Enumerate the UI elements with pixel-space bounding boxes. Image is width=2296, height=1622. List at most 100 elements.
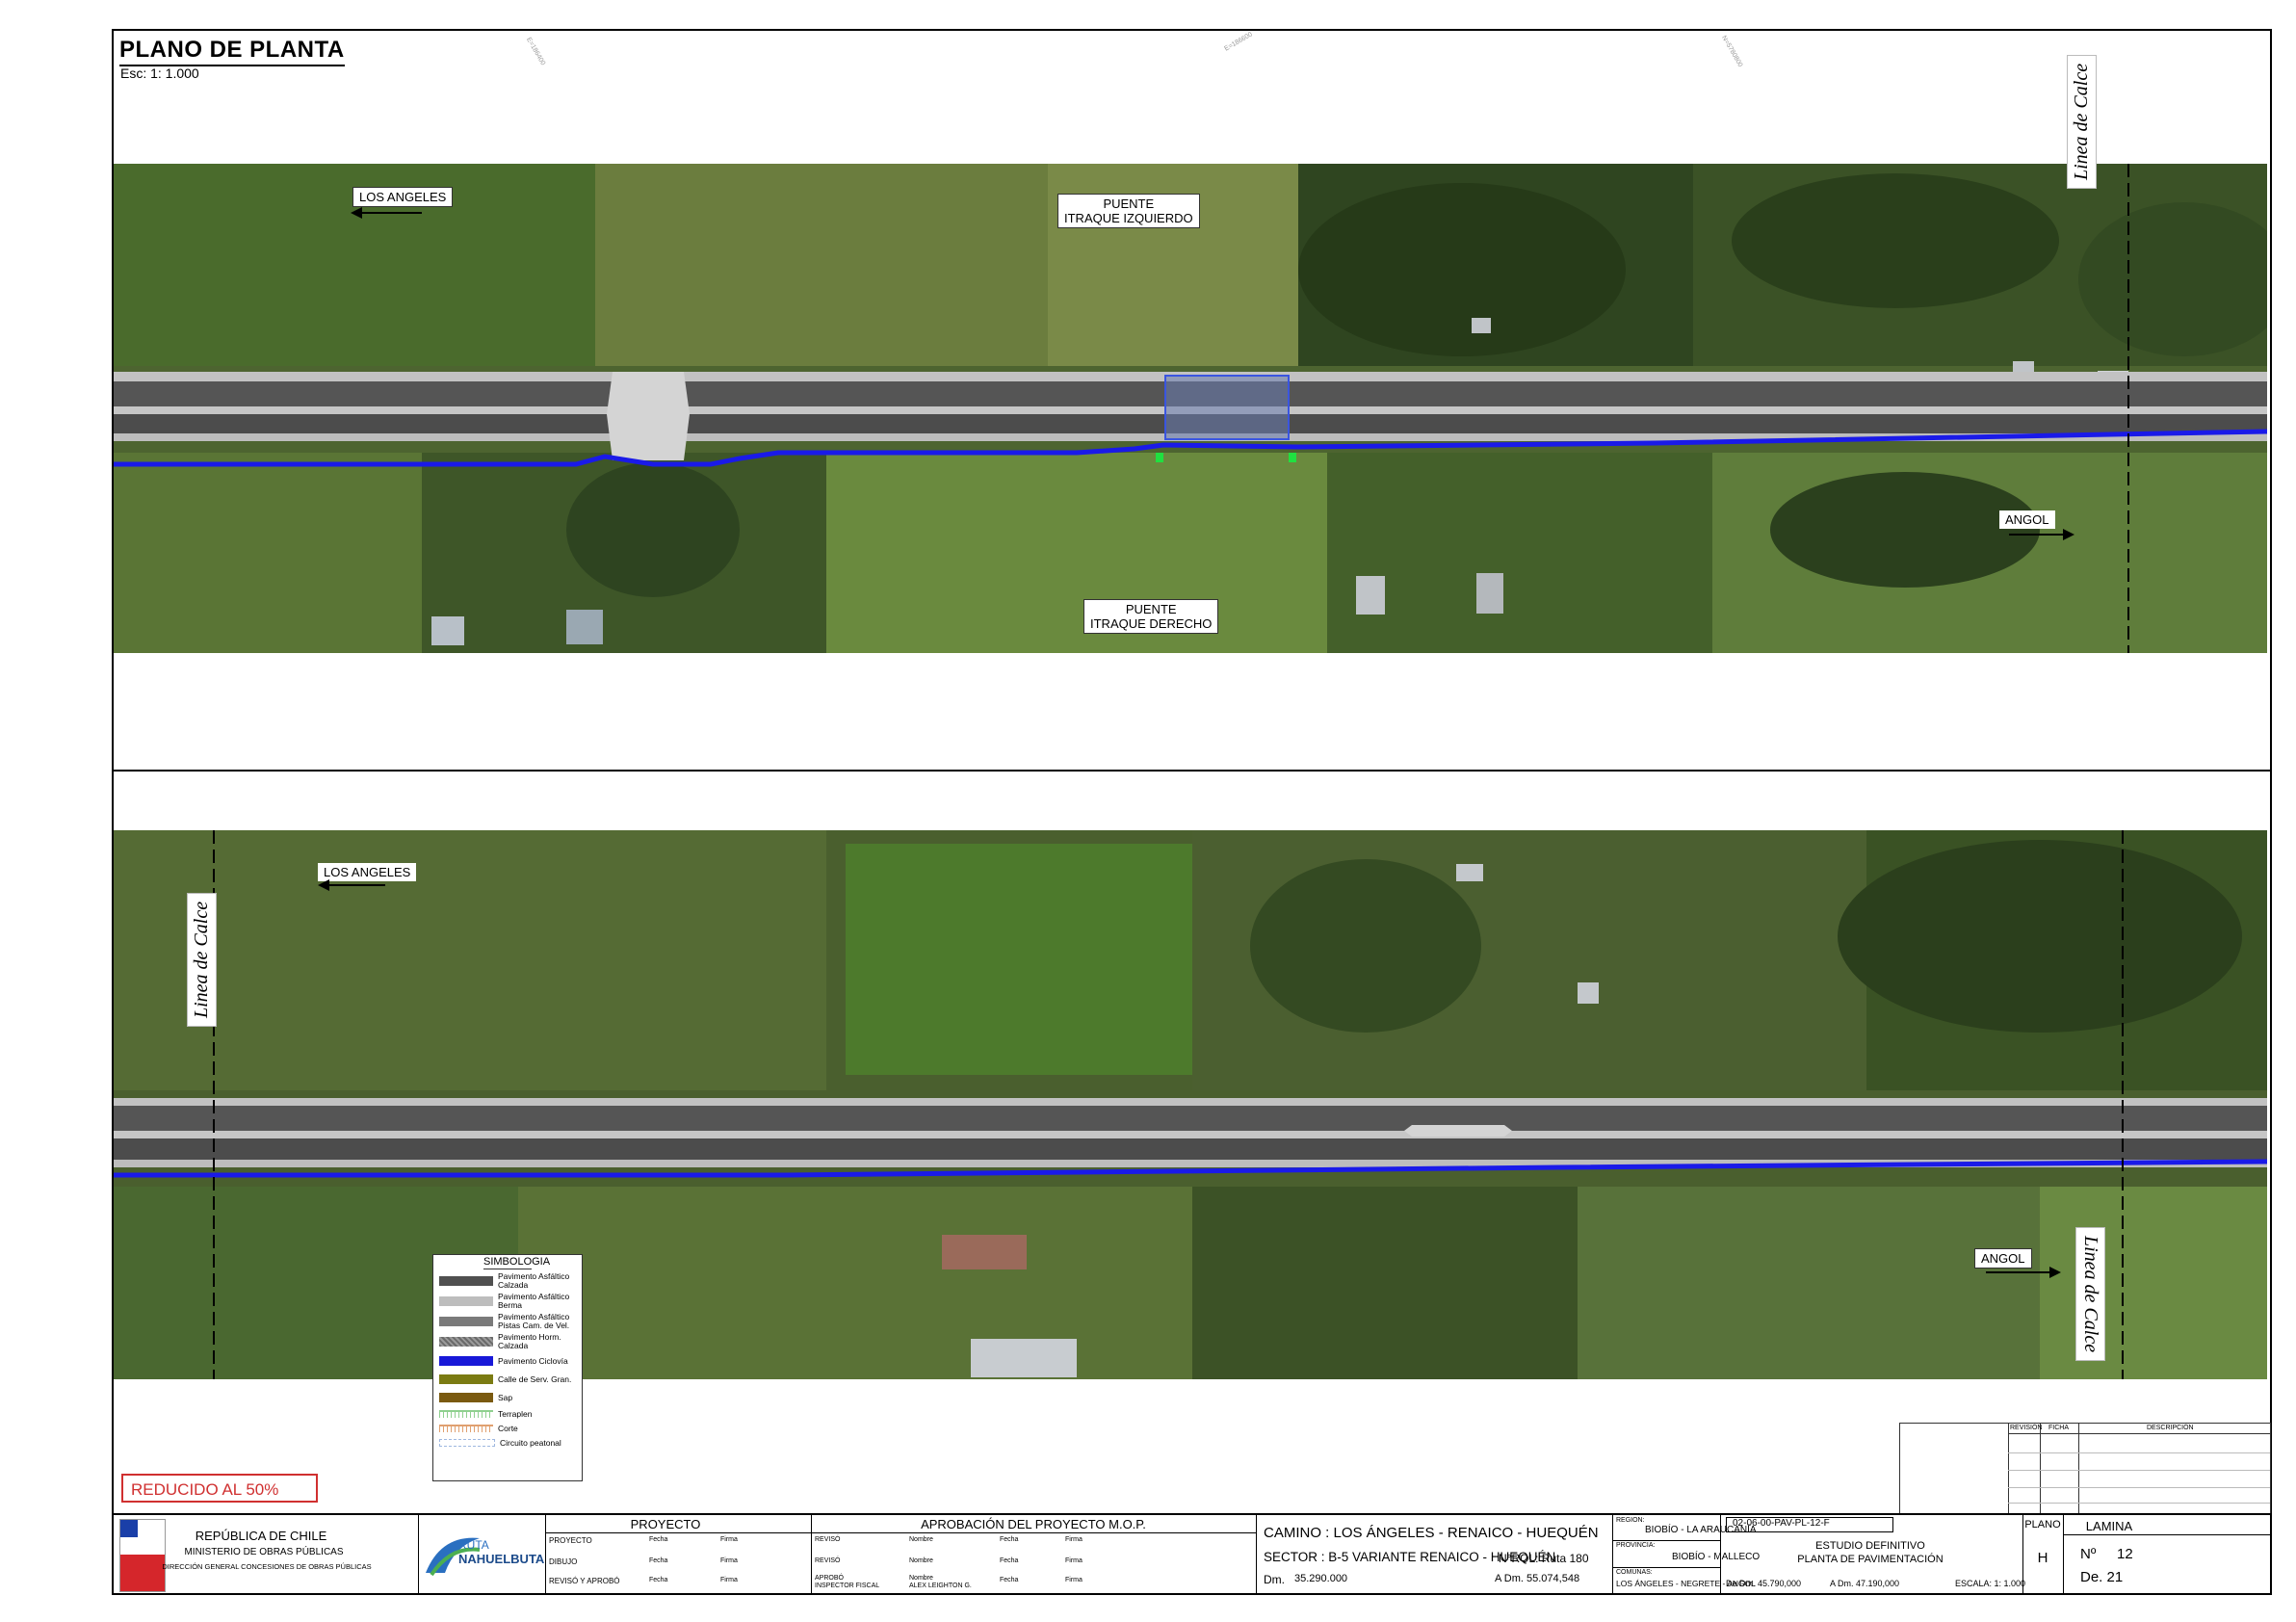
plano-value: H [2037,1550,2048,1566]
drawing-code: 02-06-00-PAV-PL-12-F [1726,1517,1893,1532]
dibujo-row-label: DIBUJO [549,1557,578,1566]
legend-item: Pavimento Ciclovía [439,1353,578,1369]
arrow-right-bottom [1986,1267,2061,1278]
lamina-num-label: Nº [2080,1546,2097,1562]
plan-scale: Esc: 1: 1.000 [120,65,199,81]
firma-label: Firma [720,1536,738,1543]
puente-der-line2: ITRAQUE DERECHO [1090,616,1213,631]
ficha-col-header: FICHA [2048,1425,2069,1431]
puente-izq-line1: PUENTE [1103,196,1155,211]
legend-item: Terraplen [439,1408,578,1420]
legend-label: Sap [498,1392,513,1402]
proyecto-row-label: PROYECTO [549,1536,592,1545]
legend-item: Calle de Serv. Gran. [439,1372,578,1387]
legend-item: Pavimento Asfáltico Berma [439,1293,578,1310]
legend-swatch [439,1425,493,1432]
view-divider [112,770,2272,772]
fecha-label: Fecha [1000,1557,1019,1564]
fecha-label: Fecha [1000,1536,1019,1543]
planta-pavimentacion: PLANTA DE PAVIMENTACIÓN [1797,1554,1944,1565]
legend-label: Pavimento Ciclovía [498,1355,568,1366]
direccion-concesiones: DIRECCIÓN GENERAL CONCESIONES DE OBRAS P… [162,1562,372,1571]
firma-label: Firma [1065,1577,1083,1583]
logo-nahuelbuta: NAHUELBUTA [458,1552,545,1566]
legend-label: Calzada [498,1280,529,1290]
plano-label: PLANO [2024,1519,2061,1530]
lamina-num-value: 12 [2117,1546,2133,1562]
legend-label: Terraplen [498,1408,533,1419]
ministerio-obras: MINISTERIO DE OBRAS PÚBLICAS [184,1547,344,1557]
legend-item: Pavimento Horm. Calzada [439,1333,578,1350]
label-angol-bottom: ANGOL [1974,1248,2032,1269]
label-puente-derecho: PUENTE ITRAQUE DERECHO [1083,599,1219,634]
chile-emblem [119,1519,166,1592]
title-block: REPÚBLICA DE CHILE MINISTERIO DE OBRAS P… [112,1513,2272,1595]
aprobacion-header: APROBACIÓN DEL PROYECTO M.O.P. [921,1517,1146,1531]
descripcion-col-header: DESCRIPCIÓN [2147,1425,2194,1431]
reduced-stamp: REDUCIDO AL 50% [121,1474,318,1503]
legend-swatch [439,1374,493,1384]
provincia-label: PROVINCIA: [1616,1542,1656,1549]
lamina-label: LAMINA [2085,1519,2133,1533]
legend-swatch [439,1296,493,1306]
fecha-label: Fecha [649,1557,668,1564]
legend-swatch [439,1393,493,1402]
revision-col-header: REVISIÓN [2010,1425,2043,1431]
escala: ESCALA: 1: 1.000 [1955,1579,2026,1588]
legend-label: Pistas Cam. de Vel. [498,1321,570,1330]
ruta-nahuelbuta-logo: RUTA NAHUELBUTA [422,1525,545,1581]
legend-swatch [439,1439,495,1447]
legend-label: Calzada [498,1341,529,1350]
alex-leighton: ALEX LEIGHTON G. [909,1583,972,1589]
firma-label: Firma [720,1557,738,1564]
arrow-left-bottom [318,879,385,891]
legend-swatch [439,1356,493,1366]
adm-value: A Dm. 55.074,548 [1495,1573,1580,1584]
puente-der-line1: PUENTE [1125,602,1177,616]
legend-item: Corte [439,1423,578,1434]
legend-swatch [439,1337,493,1347]
fecha-label: Fecha [1000,1577,1019,1583]
reviso-aprobo-row-label: REVISÓ Y APROBÓ [549,1577,620,1585]
firma-label: Firma [1065,1536,1083,1543]
a-dm: A Dm. 47.190,000 [1830,1579,1900,1588]
legend-swatch [439,1276,493,1286]
region-label: REGION: [1616,1517,1645,1524]
reviso-label: REVISÓ [815,1536,841,1543]
legend-simbologia: SIMBOLOGIA Pavimento Asfáltico Calzada Pa… [432,1254,583,1481]
legend-item: Pavimento Asfáltico Pistas Cam. de Vel. [439,1313,578,1330]
label-angol-top: ANGOL [1999,510,2055,529]
linea-calce-bottom-right: Linea de Calce [2075,1227,2105,1362]
dm-label: Dm. [1264,1573,1285,1586]
legend-swatch [439,1317,493,1326]
camino-title: CAMINO : LOS ÁNGELES - RENAICO - HUEQUÉN [1264,1525,1599,1541]
proyecto-header: PROYECTO [630,1517,701,1531]
legend-label: Circuito peatonal [500,1437,561,1448]
estudio-definitivo: ESTUDIO DEFINITIVO [1815,1540,1925,1552]
legend-label: Corte [498,1423,518,1433]
puente-izq-line2: ITRAQUE IZQUIERDO [1064,211,1193,225]
logo-ruta: RUTA [458,1538,489,1552]
firma-label: Firma [720,1577,738,1583]
rol-label: N°ROL: Ruta 180 [1499,1552,1589,1565]
de-dm: De Dm. 45.790,000 [1726,1579,1802,1588]
tb-divider [1720,1515,1721,1595]
reviso-label: REVISÓ [815,1557,841,1564]
legend-label: Berma [498,1300,523,1310]
tb-divider [1612,1515,1613,1595]
lamina-total: De. 21 [2080,1569,2124,1585]
comunas-label: COMUNAS: [1616,1569,1653,1576]
fecha-label: Fecha [649,1577,668,1583]
legend-item: Pavimento Asfáltico Calzada [439,1272,578,1290]
aprobo-label: APROBÓ [815,1575,844,1582]
plan-title: PLANO DE PLANTA [119,37,345,66]
legend-item: Sap [439,1390,578,1405]
aerial-strip-top [114,164,2267,653]
arrow-left-top [351,207,422,219]
label-los-angeles-top: LOS ANGELES [352,187,454,207]
label-puente-izquierdo: PUENTE ITRAQUE IZQUIERDO [1057,194,1200,228]
legend-item: Circuito peatonal [439,1437,578,1449]
aerial-photo-top [114,164,2267,653]
nombre-label: Nombre [909,1536,933,1543]
firma-label: Firma [1065,1557,1083,1564]
